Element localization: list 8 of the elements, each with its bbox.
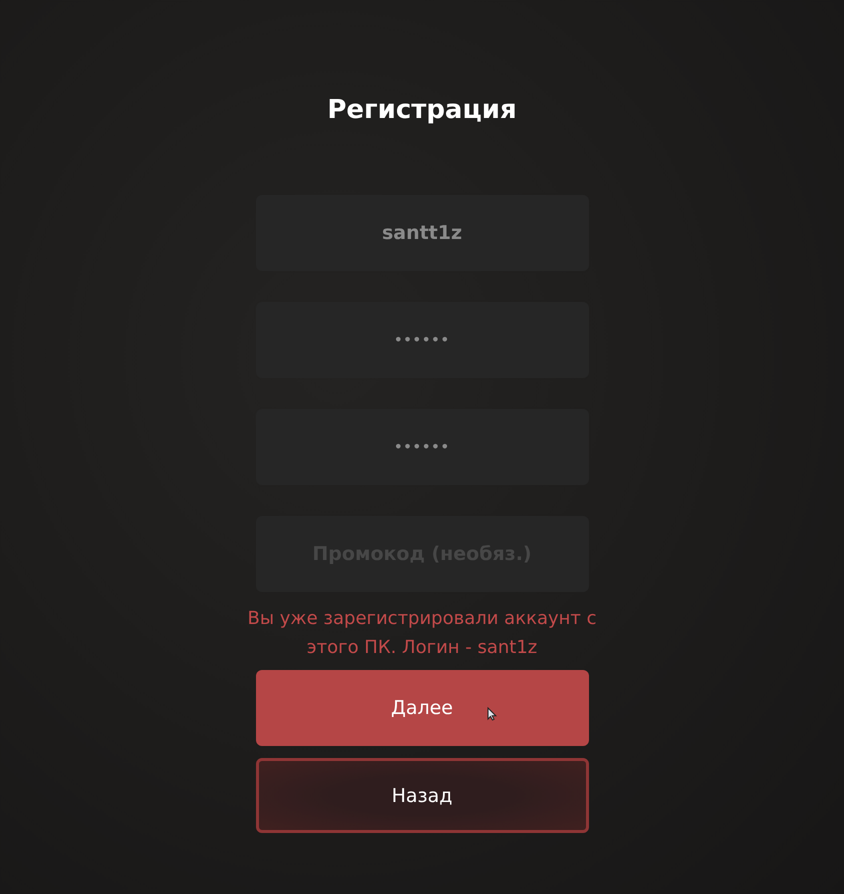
cursor-icon	[486, 707, 496, 721]
error-message: Вы уже зарегистрировали аккаунт с этого ПК. Логин - sant1z	[246, 607, 598, 660]
form-title: Регистрация	[327, 94, 517, 127]
input-field[interactable]: ••••••	[256, 302, 588, 378]
next-button[interactable]: Далее	[256, 670, 588, 746]
input-field[interactable]: santt1z	[256, 195, 588, 271]
input-field[interactable]: ••••••	[256, 409, 588, 485]
back-button[interactable]: Назад	[256, 758, 588, 833]
